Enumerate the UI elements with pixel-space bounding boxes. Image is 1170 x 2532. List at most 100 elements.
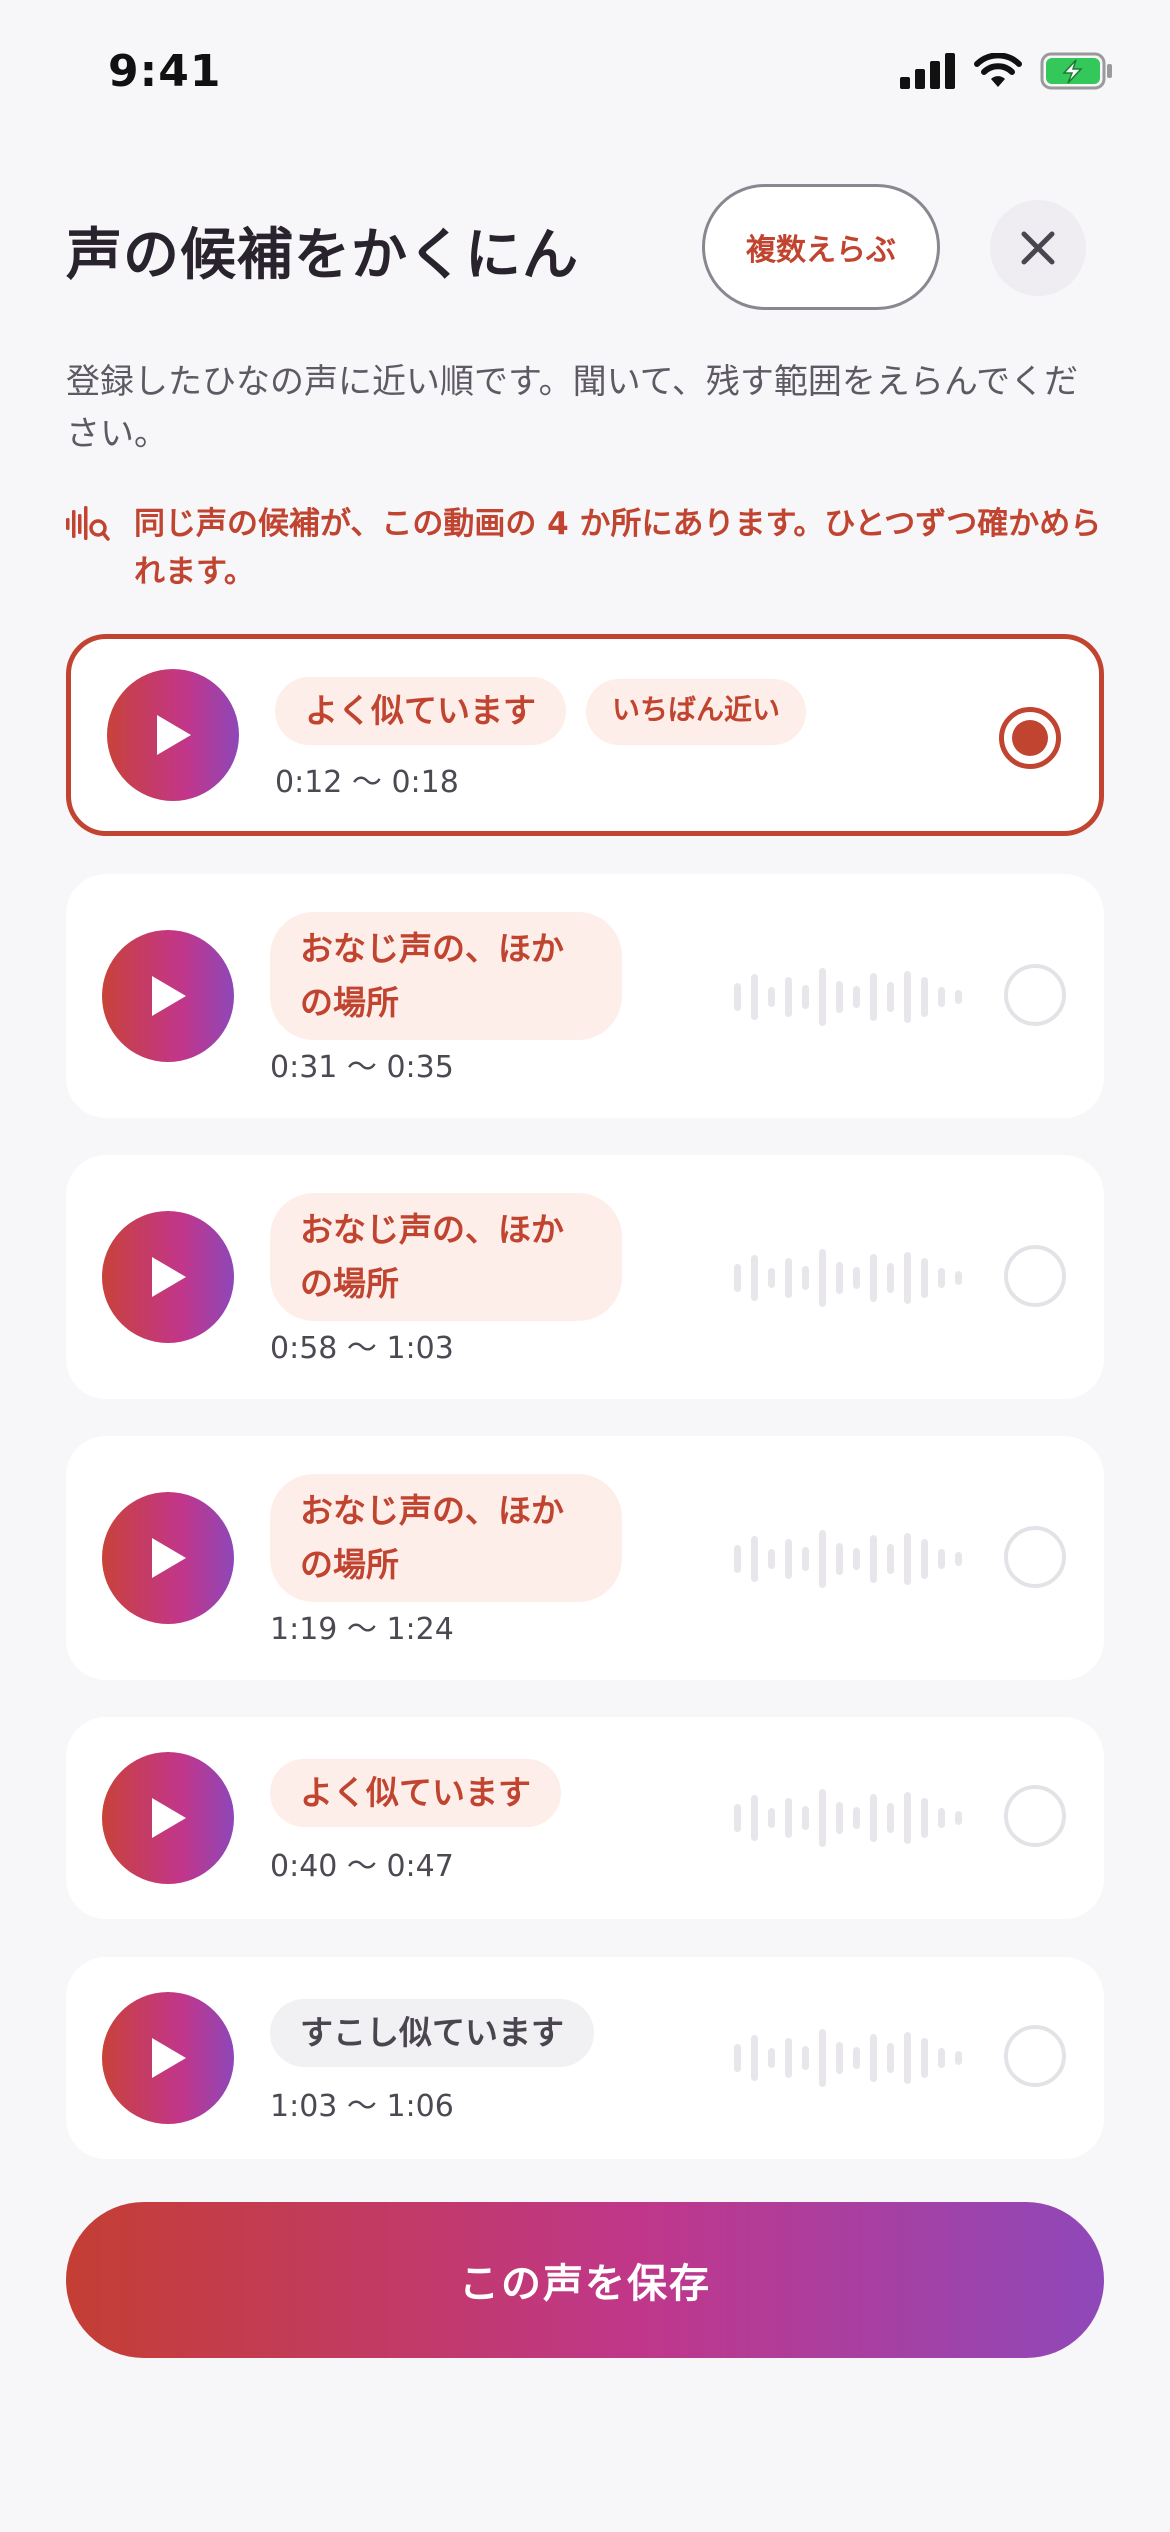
waveform-bar [904, 1533, 911, 1585]
similarity-tag: すこし似ています [270, 1999, 594, 2067]
multi-select-button[interactable]: 複数えらぶ [702, 184, 940, 310]
waveform-bar [734, 1545, 741, 1573]
waveform-bar [768, 2048, 775, 2068]
waveform-bar [887, 2043, 894, 2073]
waveform-bar [734, 1804, 741, 1832]
waveform-bar [785, 2038, 792, 2078]
select-radio[interactable] [999, 707, 1061, 769]
waveform-bar [887, 1803, 894, 1833]
play-icon [152, 976, 186, 1016]
waveform-bar [870, 2034, 877, 2082]
waveform-bar [938, 1549, 945, 1569]
waveform-bar [819, 1249, 826, 1307]
status-time: 9:41 [108, 46, 222, 97]
play-button[interactable] [102, 1211, 234, 1343]
candidate-tags: よく似ています [270, 1759, 561, 1827]
waveform-bar [955, 1811, 962, 1825]
waveform [734, 2023, 962, 2093]
waveform-bar [870, 1794, 877, 1842]
page-title: 声の候補をかくにん [66, 223, 579, 288]
play-button[interactable] [107, 669, 239, 801]
waveform-bar [836, 2042, 843, 2074]
similarity-tag: おなじ声の、ほかの場所 [270, 1474, 622, 1602]
waveform-bar [887, 982, 894, 1012]
waveform-bar [955, 990, 962, 1004]
select-radio[interactable] [1004, 1245, 1066, 1307]
select-radio[interactable] [1004, 1785, 1066, 1847]
similarity-tag: おなじ声の、ほかの場所 [270, 1193, 622, 1321]
waveform-bar [887, 1544, 894, 1574]
candidate-card-6[interactable]: すこし似ています 1:03 〜 1:06 [66, 1957, 1104, 2159]
waveform-bar [751, 2035, 758, 2081]
close-button[interactable] [990, 200, 1086, 296]
play-button[interactable] [102, 1492, 234, 1624]
candidate-card-2[interactable]: おなじ声の、ほかの場所 0:31 〜 0:35 [66, 874, 1104, 1118]
notice-text: 同じ声の候補が、この動画の 4 か所にあります。ひとつずつ確かめられます。 [134, 506, 1102, 590]
waveform-bar [853, 1548, 860, 1570]
time-range: 0:12 〜 0:18 [275, 765, 459, 800]
time-range: 0:31 〜 0:35 [270, 1050, 454, 1085]
candidate-tags: おなじ声の、ほかの場所 [270, 1193, 622, 1321]
similarity-tag: おなじ声の、ほかの場所 [270, 912, 622, 1040]
waveform-bar [768, 987, 775, 1007]
time-range: 0:58 〜 1:03 [270, 1331, 454, 1366]
notice: 同じ声の候補が、この動画の 4 か所にあります。ひとつずつ確かめられます。 [66, 500, 1116, 596]
select-radio[interactable] [1004, 2025, 1066, 2087]
waveform-bar [836, 1543, 843, 1575]
play-button[interactable] [102, 930, 234, 1062]
waveform-bar [768, 1268, 775, 1288]
save-voice-button[interactable]: この声を保存 [66, 2202, 1104, 2358]
candidate-card-1[interactable]: よく似ています いちばん近い 0:12 〜 0:18 [66, 634, 1104, 836]
waveform-bar [870, 1254, 877, 1302]
waveform-bar [802, 2046, 809, 2070]
waveform-bar [853, 1807, 860, 1829]
play-button[interactable] [102, 1992, 234, 2124]
screen: 9:41 声の候補をかくにん 複数えらぶ 登録したひなの声に近い順です。聞いて、… [0, 0, 1170, 2532]
time-range: 0:40 〜 0:47 [270, 1849, 454, 1884]
waveform-bar [819, 1789, 826, 1847]
waveform-bar [955, 2051, 962, 2065]
status-icons [900, 52, 1114, 90]
waveform-bar [938, 987, 945, 1007]
similarity-tag: よく似ています [275, 677, 566, 745]
waveform-bar [785, 1258, 792, 1298]
closest-tag: いちばん近い [586, 679, 807, 745]
waveform-bar [785, 1539, 792, 1579]
voice-search-icon [66, 500, 134, 596]
waveform-bar [938, 1268, 945, 1288]
description-text: 登録したひなの声に近い順です。聞いて、残す範囲をえらんでください。 [66, 362, 1079, 454]
play-icon [157, 715, 191, 755]
waveform-bar [734, 2044, 741, 2072]
battery-charging-icon [1040, 52, 1112, 90]
candidate-card-5[interactable]: よく似ています 0:40 〜 0:47 [66, 1717, 1104, 1919]
waveform-bar [921, 1798, 928, 1838]
status-bar: 9:41 [0, 0, 1170, 150]
candidate-tags: すこし似ています [270, 1999, 594, 2067]
select-radio[interactable] [1004, 964, 1066, 1026]
waveform-bar [938, 2048, 945, 2068]
waveform [734, 1783, 962, 1853]
play-button[interactable] [102, 1752, 234, 1884]
waveform-bar [802, 1266, 809, 1290]
waveform-bar [921, 1539, 928, 1579]
waveform-bar [853, 2047, 860, 2069]
play-icon [152, 1798, 186, 1838]
waveform-bar [955, 1271, 962, 1285]
waveform-bar [785, 1798, 792, 1838]
candidate-card-3[interactable]: おなじ声の、ほかの場所 0:58 〜 1:03 [66, 1155, 1104, 1399]
time-range: 1:19 〜 1:24 [270, 1612, 454, 1647]
waveform-bar [768, 1808, 775, 1828]
candidate-card-4[interactable]: おなじ声の、ほかの場所 1:19 〜 1:24 [66, 1436, 1104, 1680]
waveform-bar [853, 986, 860, 1008]
waveform [734, 962, 962, 1032]
waveform-bar [836, 981, 843, 1013]
wifi-icon [974, 53, 1022, 87]
select-radio[interactable] [1004, 1526, 1066, 1588]
play-icon [152, 1257, 186, 1297]
waveform-bar [819, 1530, 826, 1588]
time-range: 1:03 〜 1:06 [270, 2089, 454, 2124]
waveform-bar [802, 1806, 809, 1830]
waveform-bar [904, 1252, 911, 1304]
waveform-bar [734, 983, 741, 1011]
waveform-bar [751, 1536, 758, 1582]
